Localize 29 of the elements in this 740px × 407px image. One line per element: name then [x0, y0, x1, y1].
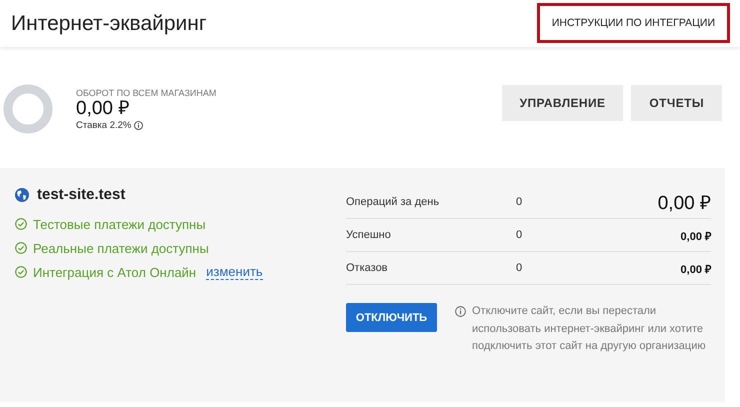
- status-text: Интеграция с Атол Онлайн: [33, 264, 196, 280]
- globe-icon: [15, 188, 29, 202]
- stat-label: Отказов: [346, 262, 389, 274]
- page-title: Интернет-эквайринг: [11, 12, 207, 36]
- status-text: Тестовые платежи доступны: [33, 216, 206, 232]
- stat-count: 0: [516, 262, 524, 274]
- stat-amount: 0,00 ₽: [680, 230, 711, 242]
- disable-note: Отключите сайт, если вы перестали использовать интернет-эквайринг или хотите подключить этот сайт на другую организацию: [472, 304, 707, 354]
- check-circle-icon: [15, 242, 27, 254]
- turnover-amount: 0,00 ₽: [76, 98, 130, 120]
- stat-amount: 0,00 ₽: [658, 192, 711, 215]
- check-circle-icon: [15, 266, 27, 278]
- site-name: test-site.test: [37, 186, 126, 203]
- action-button[interactable]: ОТЧЕТЫ: [631, 85, 722, 121]
- disable-button[interactable]: ОТКЛЮЧИТЬ: [346, 303, 437, 332]
- stat-count: 0: [516, 229, 524, 241]
- action-button[interactable]: УПРАВЛЕНИЕ: [502, 85, 624, 121]
- rate-text: Ставка 2.2%: [76, 120, 132, 130]
- info-icon: [134, 120, 144, 130]
- stat-amount: 0,00 ₽: [680, 262, 711, 276]
- info-icon: [455, 306, 466, 317]
- change-link[interactable]: изменить: [206, 264, 263, 280]
- stat-label: Успешно: [346, 229, 392, 241]
- instructions-button[interactable]: ИНСТРУКЦИИ ПО ИНТЕГРАЦИИ: [536, 2, 730, 42]
- stat-count: 0: [516, 196, 524, 208]
- check-circle-icon: [15, 218, 27, 230]
- status-text: Реальные платежи доступны: [33, 240, 209, 256]
- stat-label: Операций за день: [346, 196, 440, 208]
- turnover-caption: ОБОРОТ ПО ВСЕМ МАГАЗИНАМ: [76, 88, 216, 98]
